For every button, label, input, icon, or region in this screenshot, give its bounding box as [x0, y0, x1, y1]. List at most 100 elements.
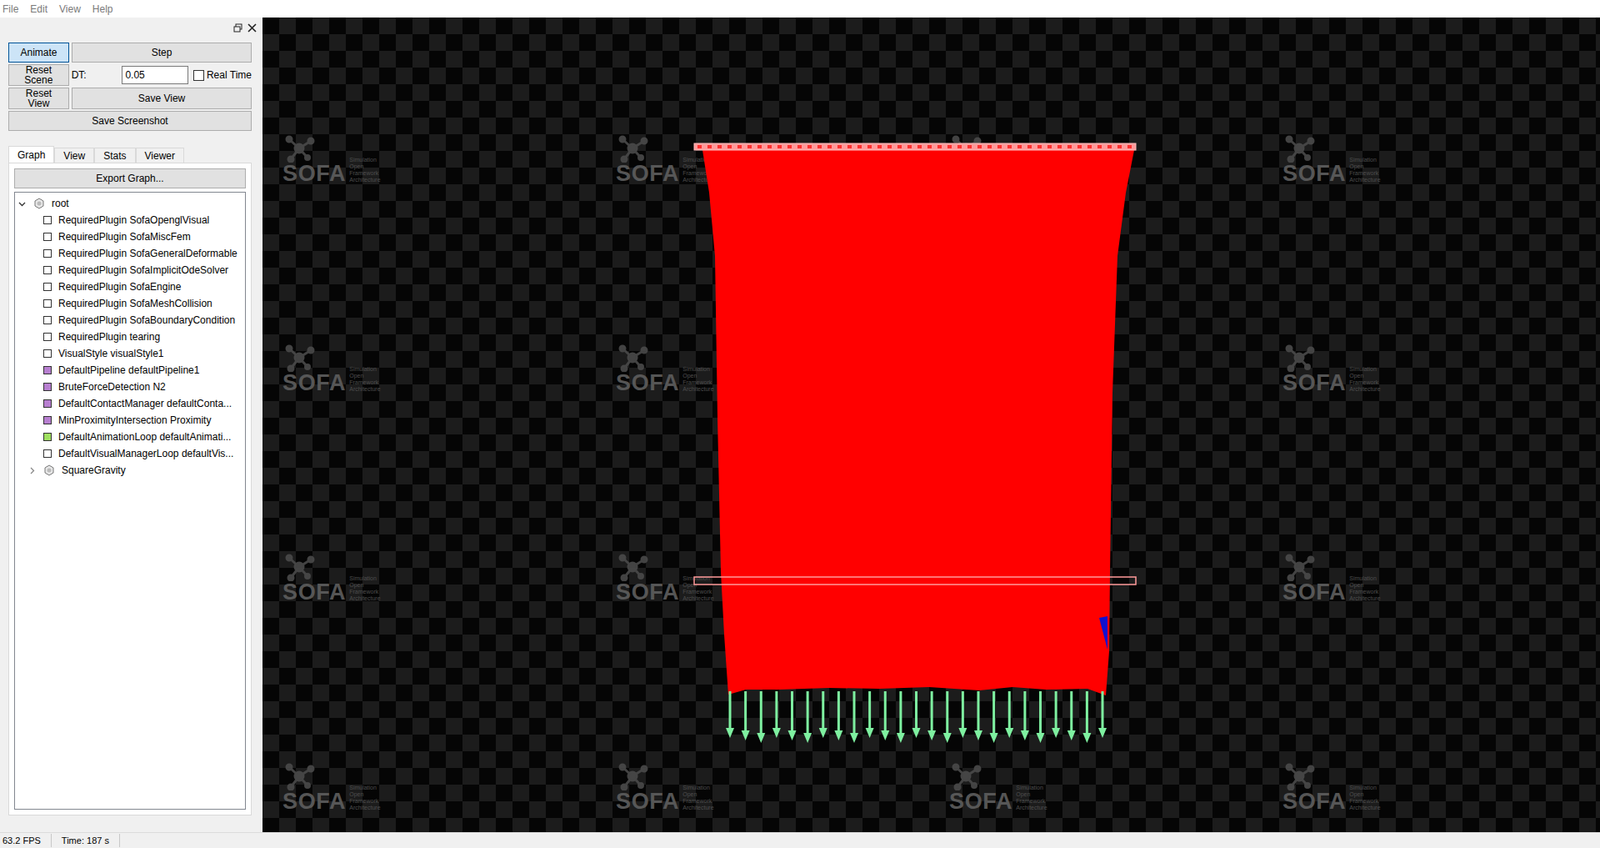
force-arrow-icon: [974, 690, 983, 740]
scene-tree: rootRequiredPlugin SofaOpenglVisualRequi…: [14, 191, 246, 810]
menu-item[interactable]: View: [59, 1, 81, 17]
tree-item[interactable]: DefaultContactManager defaultConta...: [15, 395, 245, 412]
node-icon: [43, 464, 55, 476]
cloth-mesh[interactable]: [702, 150, 1135, 695]
tab[interactable]: Stats: [94, 147, 135, 164]
graph-tab-panel: Export Graph...rootRequiredPlugin SofaOp…: [8, 162, 252, 815]
sofa-watermark: SOFASimulationOpenFrameworkArchitecture: [1282, 134, 1600, 185]
fps-readout: 63.2 FPS: [0, 833, 52, 848]
force-arrow-icon: [958, 690, 967, 738]
tree-item[interactable]: RequiredPlugin SofaEngine: [15, 278, 245, 295]
force-arrow-icon: [1005, 690, 1014, 738]
save-screenshot-button[interactable]: Save Screenshot: [8, 110, 252, 131]
object-icon: [43, 249, 52, 258]
sofa-logo-icon: [282, 761, 316, 790]
sofa-watermark: SOFASimulationOpenFrameworkArchitecture: [282, 343, 616, 395]
close-icon[interactable]: [247, 23, 257, 33]
expanded-arrow-icon[interactable]: [18, 200, 26, 208]
object-icon: [43, 382, 52, 391]
force-arrow-icon: [819, 690, 828, 738]
tree-item[interactable]: RequiredPlugin SofaGeneralDeformable: [15, 245, 245, 262]
status-bar: 63.2 FPSTime: 187 s: [0, 831, 1600, 848]
bounding-box-bar: [694, 576, 1136, 585]
tree-item[interactable]: RequiredPlugin SofaImplicitOdeSolver: [15, 261, 245, 279]
float-icon[interactable]: [233, 23, 243, 33]
force-arrow-icon: [772, 690, 781, 738]
object-icon: [43, 265, 52, 275]
force-arrow-icon: [1067, 690, 1076, 740]
force-arrow-icon: [788, 690, 797, 740]
sofa-logo-icon: [615, 552, 650, 581]
menu-item[interactable]: Help: [92, 1, 114, 17]
tree-item[interactable]: BruteForceDetection N2: [15, 378, 245, 395]
tree-item[interactable]: RequiredPlugin SofaMiscFem: [15, 228, 245, 245]
tree-item[interactable]: RequiredPlugin SofaOpenglVisual: [15, 211, 245, 229]
tree-item[interactable]: MinProximityIntersection Proximity: [15, 411, 245, 429]
real-time-checkbox[interactable]: [193, 70, 205, 81]
real-time-label: Real Time: [206, 67, 252, 83]
sofa-logo-icon: [1282, 343, 1316, 372]
menu-item[interactable]: File: [2, 1, 19, 17]
tree-item[interactable]: RequiredPlugin SofaMeshCollision: [15, 295, 245, 312]
object-icon: [43, 365, 52, 375]
tree-item[interactable]: DefaultVisualManagerLoop defaultVis...: [15, 445, 245, 462]
sofa-logo-icon: [615, 761, 650, 790]
sofa-watermark: SOFASimulationOpenFrameworkArchitecture: [1282, 761, 1600, 813]
sofa-watermark: SOFASimulationOpenFrameworkArchitecture: [1282, 343, 1600, 395]
force-arrow-icon: [865, 690, 875, 738]
object-icon: [43, 432, 52, 441]
tab-bar: GraphViewStatsViewer: [8, 145, 252, 164]
tree-item[interactable]: RequiredPlugin tearing: [15, 328, 245, 345]
menu-item[interactable]: Edit: [30, 1, 48, 17]
save-view-button[interactable]: Save View: [71, 87, 252, 110]
object-icon: [43, 415, 52, 425]
tree-item[interactable]: DefaultAnimationLoop defaultAnimati...: [15, 428, 245, 445]
tree-item[interactable]: SquareGravity: [15, 461, 245, 479]
menu-bar: File Edit View Help: [0, 0, 1600, 18]
force-arrow-icon: [741, 690, 750, 740]
sofa-watermark: SOFASimulationOpenFrameworkArchitecture: [282, 134, 616, 185]
sofa-logo-icon: [615, 134, 650, 163]
force-arrow-icon: [803, 690, 812, 743]
sofa-watermark: SOFASimulationOpenFrameworkArchitecture: [282, 552, 616, 604]
dt-label: DT:: [71, 67, 120, 83]
force-arrow-icon: [725, 690, 735, 738]
dt-input[interactable]: [121, 65, 189, 85]
side-panel: AnimateStepReset SceneDT: Real Time Reset …: [0, 17, 260, 832]
force-arrow-icon: [1098, 690, 1107, 738]
sofa-logo-icon: [282, 552, 316, 581]
object-icon: [43, 232, 52, 241]
cloth-scene[interactable]: [262, 17, 1600, 832]
reset-view-button[interactable]: Reset View: [8, 87, 70, 110]
object-icon: [43, 399, 52, 408]
time-readout: Time: 187 s: [51, 833, 120, 848]
force-arrow-icon: [880, 690, 890, 740]
sofa-watermark: SOFASimulationOpenFrameworkArchitecture: [615, 761, 950, 813]
3d-viewport[interactable]: SOFASimulationOpenFrameworkArchitecture S…: [262, 17, 1600, 832]
object-icon: [43, 282, 52, 291]
tab[interactable]: Graph: [8, 145, 55, 164]
force-arrow-icon: [927, 690, 936, 740]
sofa-logo-icon: [1282, 134, 1316, 163]
tree-item[interactable]: DefaultPipeline defaultPipeline1: [15, 361, 245, 379]
tear-marker: [1099, 615, 1108, 650]
tab[interactable]: View: [54, 147, 95, 164]
force-arrow-icon: [834, 690, 843, 740]
object-icon: [43, 299, 52, 308]
force-arrow-icon: [943, 690, 952, 743]
export-graph-button[interactable]: Export Graph...: [14, 168, 246, 189]
tree-item[interactable]: root: [15, 195, 245, 212]
object-icon: [43, 332, 52, 341]
step-button[interactable]: Step: [71, 42, 252, 63]
sofa-logo-icon: [615, 343, 650, 372]
sofa-logo-icon: [949, 761, 983, 790]
reset-scene-button[interactable]: Reset Scene: [8, 64, 70, 86]
tree-item[interactable]: VisualStyle visualStyle1: [15, 345, 245, 362]
force-arrow-icon: [850, 690, 859, 743]
fixed-constraint-bar: [694, 143, 1136, 150]
animate-button[interactable]: Animate: [8, 42, 70, 63]
tree-item[interactable]: RequiredPlugin SofaBoundaryCondition: [15, 311, 245, 329]
tab[interactable]: Viewer: [135, 147, 185, 164]
collapsed-arrow-icon[interactable]: [28, 466, 36, 475]
sofa-logo-icon: [282, 343, 316, 372]
